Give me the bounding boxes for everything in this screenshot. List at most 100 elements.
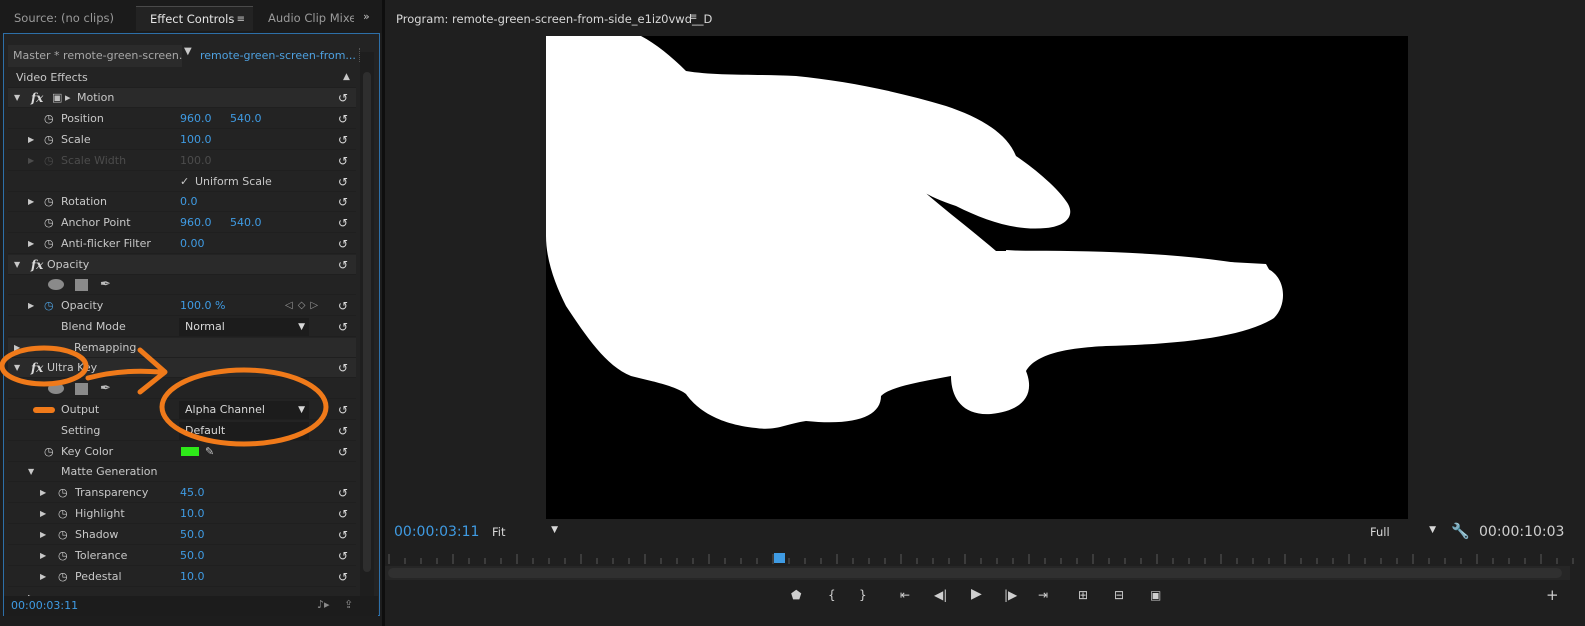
- reset-icon[interactable]: ↺: [338, 421, 348, 441]
- reset-icon[interactable]: ↺: [338, 172, 348, 192]
- stopwatch-icon[interactable]: ◷: [44, 296, 54, 316]
- fx-toggle-icon[interactable]: fx: [31, 88, 43, 108]
- step-forward-icon[interactable]: |▶: [1004, 588, 1017, 602]
- twirl-closed-icon[interactable]: ▶: [40, 546, 46, 566]
- reset-icon[interactable]: ↺: [338, 255, 348, 275]
- reset-icon[interactable]: ↺: [338, 234, 348, 254]
- ellipse-mask-icon[interactable]: [48, 279, 64, 290]
- pen-mask-icon[interactable]: ✒: [100, 379, 111, 399]
- playback-resolution-dropdown[interactable]: Full ▼: [1370, 525, 1436, 543]
- anchor-x-value[interactable]: 960.0: [180, 213, 212, 233]
- twirl-closed-icon[interactable]: ▶: [40, 504, 46, 524]
- stopwatch-icon[interactable]: ◷: [44, 234, 54, 254]
- stopwatch-icon[interactable]: ◷: [44, 213, 54, 233]
- reset-icon[interactable]: ↺: [338, 109, 348, 129]
- effect-row-time-remapping[interactable]: ▶ Remapping: [8, 338, 356, 358]
- camera-icon[interactable]: ▣: [1150, 588, 1161, 602]
- program-video-frame[interactable]: [546, 36, 1408, 519]
- add-button-icon[interactable]: +: [1546, 586, 1559, 604]
- scrollbar-thumb[interactable]: [363, 72, 371, 572]
- anti-flicker-value[interactable]: 0.00: [180, 234, 205, 254]
- tab-source[interactable]: Source: (no clips): [0, 6, 135, 31]
- step-back-icon[interactable]: ◀|: [934, 588, 947, 602]
- panel-menu-icon[interactable]: ≡: [237, 7, 245, 31]
- twirl-open-icon[interactable]: ▼: [28, 462, 34, 482]
- twirl-open-icon[interactable]: ▼: [14, 88, 20, 108]
- twirl-closed-icon[interactable]: ▶: [28, 130, 34, 150]
- tab-audio-clip-mixer[interactable]: Audio Clip Mixe: [254, 6, 354, 31]
- zoom-level-dropdown[interactable]: Fit ▼: [492, 525, 558, 543]
- stopwatch-icon[interactable]: ◷: [58, 483, 68, 503]
- ellipse-mask-icon[interactable]: [48, 383, 64, 394]
- reset-icon[interactable]: ↺: [338, 88, 348, 108]
- time-ruler[interactable]: [385, 548, 1585, 566]
- reset-icon[interactable]: ↺: [338, 483, 348, 503]
- effect-row-motion[interactable]: ▼ fx ▣ ▸ Motion ↺: [8, 88, 356, 108]
- export-icon[interactable]: ⇪: [344, 598, 353, 611]
- twirl-closed-icon[interactable]: ▶: [28, 192, 34, 212]
- go-to-in-icon[interactable]: ⇤: [900, 588, 910, 602]
- zoom-scrollbar-thumb[interactable]: [388, 568, 1562, 578]
- fx-toggle-icon[interactable]: fx: [31, 358, 43, 378]
- setting-dropdown[interactable]: Default: [179, 422, 309, 440]
- stopwatch-icon[interactable]: ◷: [44, 192, 54, 212]
- output-dropdown[interactable]: Alpha Channel ▼: [179, 401, 309, 419]
- reset-icon[interactable]: ↺: [338, 296, 348, 316]
- reset-icon[interactable]: ↺: [338, 130, 348, 150]
- rectangle-mask-icon[interactable]: [75, 279, 88, 291]
- twirl-closed-icon[interactable]: ▶: [28, 588, 34, 596]
- twirl-closed-icon[interactable]: ▶: [28, 296, 34, 316]
- twirl-open-icon[interactable]: ▼: [14, 255, 20, 275]
- stopwatch-icon[interactable]: ◷: [58, 546, 68, 566]
- pen-mask-icon[interactable]: ✒: [100, 275, 111, 295]
- twirl-closed-icon[interactable]: ▶: [40, 567, 46, 587]
- scale-value[interactable]: 100.0: [180, 130, 212, 150]
- shadow-value[interactable]: 50.0: [180, 525, 205, 545]
- reset-icon[interactable]: ↺: [338, 525, 348, 545]
- rectangle-mask-icon[interactable]: [75, 383, 88, 395]
- reset-icon[interactable]: ↺: [338, 567, 348, 587]
- reset-icon[interactable]: ↺: [338, 317, 348, 337]
- tab-overflow-icon[interactable]: »: [363, 10, 370, 23]
- stopwatch-icon[interactable]: ◷: [58, 567, 68, 587]
- mark-in-icon[interactable]: {: [828, 588, 836, 602]
- motion-transform-icon[interactable]: ▣: [52, 88, 62, 108]
- scroll-up-icon[interactable]: ▲: [343, 72, 350, 82]
- reset-icon[interactable]: ↺: [338, 358, 348, 378]
- playhead-marker[interactable]: [774, 553, 785, 563]
- stopwatch-icon[interactable]: ◷: [58, 525, 68, 545]
- stopwatch-icon[interactable]: ◷: [44, 442, 54, 462]
- eyedropper-icon[interactable]: ✎: [205, 442, 214, 462]
- reset-icon[interactable]: ↺: [338, 400, 348, 420]
- transparency-value[interactable]: 45.0: [180, 483, 205, 503]
- twirl-closed-icon[interactable]: ▶: [14, 338, 20, 358]
- master-clip-selector[interactable]: Master * remote-green-screen...: [8, 45, 182, 67]
- playhead-timecode[interactable]: 00:00:03:11: [394, 524, 479, 540]
- audio-loop-icon[interactable]: ♪▸: [317, 598, 330, 611]
- reset-icon[interactable]: ↺: [338, 504, 348, 524]
- position-x-value[interactable]: 960.0: [180, 109, 212, 129]
- effect-controls-timecode[interactable]: 00:00:03:11: [11, 599, 78, 612]
- group-row-matte-generation[interactable]: ▼ Matte Generation: [8, 462, 356, 482]
- keyframe-nav-icon[interactable]: ◁◇▷: [285, 296, 323, 316]
- program-title[interactable]: Program: remote-green-screen-from-side_e…: [396, 12, 712, 26]
- effect-row-ultra-key[interactable]: ▼ fx Ultra Key ↺: [8, 358, 356, 378]
- reset-icon[interactable]: ↺: [338, 192, 348, 212]
- play-icon[interactable]: ▶: [971, 586, 982, 602]
- chevron-down-icon[interactable]: ▼: [184, 46, 192, 57]
- reset-icon[interactable]: ↺: [338, 213, 348, 233]
- lift-icon[interactable]: ⊞: [1078, 588, 1088, 602]
- anchor-y-value[interactable]: 540.0: [230, 213, 262, 233]
- key-color-swatch[interactable]: [181, 447, 199, 456]
- wrench-icon[interactable]: 🔧: [1451, 522, 1470, 540]
- highlight-value[interactable]: 10.0: [180, 504, 205, 524]
- twirl-closed-icon[interactable]: ▶: [28, 234, 34, 254]
- blend-mode-dropdown[interactable]: Normal ▼: [179, 318, 309, 336]
- tolerance-value[interactable]: 50.0: [180, 546, 205, 566]
- vertical-scrollbar[interactable]: [360, 52, 374, 597]
- add-marker-icon[interactable]: ⬟: [791, 588, 801, 602]
- stopwatch-icon[interactable]: ◷: [44, 130, 54, 150]
- sequence-clip-link[interactable]: remote-green-screen-from...: [200, 45, 356, 67]
- reset-icon[interactable]: ↺: [338, 546, 348, 566]
- go-to-out-icon[interactable]: ⇥: [1038, 588, 1048, 602]
